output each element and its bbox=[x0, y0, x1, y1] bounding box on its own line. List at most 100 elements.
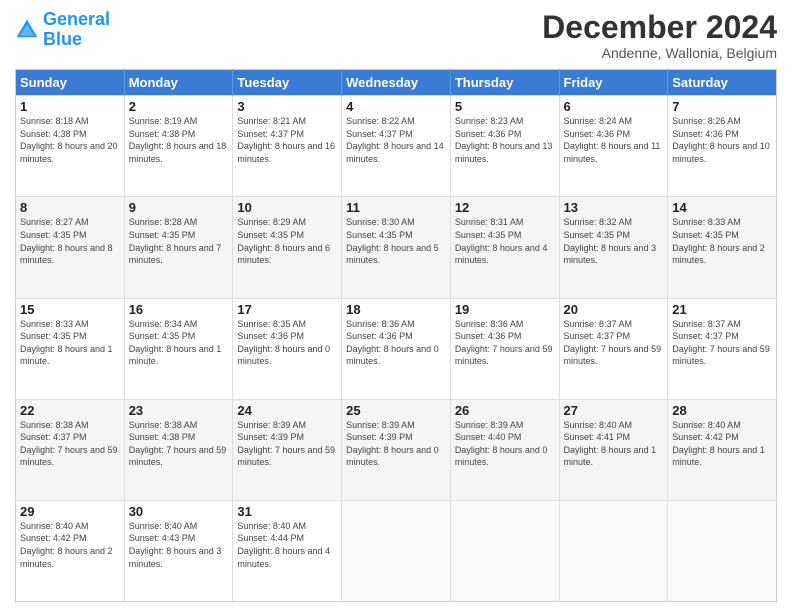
calendar-cell: 25Sunrise: 8:39 AMSunset: 4:39 PMDayligh… bbox=[342, 399, 451, 500]
calendar-cell: 10Sunrise: 8:29 AMSunset: 4:35 PMDayligh… bbox=[233, 197, 342, 298]
calendar-week-row: 8Sunrise: 8:27 AMSunset: 4:35 PMDaylight… bbox=[16, 197, 777, 298]
calendar-cell: 17Sunrise: 8:35 AMSunset: 4:36 PMDayligh… bbox=[233, 298, 342, 399]
day-info: Sunrise: 8:19 AMSunset: 4:38 PMDaylight:… bbox=[129, 115, 229, 165]
day-info: Sunrise: 8:39 AMSunset: 4:39 PMDaylight:… bbox=[346, 419, 446, 469]
logo-line2: Blue bbox=[43, 29, 82, 49]
calendar-week-row: 22Sunrise: 8:38 AMSunset: 4:37 PMDayligh… bbox=[16, 399, 777, 500]
calendar-cell: 18Sunrise: 8:36 AMSunset: 4:36 PMDayligh… bbox=[342, 298, 451, 399]
calendar-cell: 5Sunrise: 8:23 AMSunset: 4:36 PMDaylight… bbox=[450, 96, 559, 197]
calendar-cell: 29Sunrise: 8:40 AMSunset: 4:42 PMDayligh… bbox=[16, 500, 125, 601]
day-info: Sunrise: 8:33 AMSunset: 4:35 PMDaylight:… bbox=[672, 216, 772, 266]
day-number: 10 bbox=[237, 200, 337, 215]
calendar-header-row: SundayMondayTuesdayWednesdayThursdayFrid… bbox=[16, 70, 777, 96]
day-info: Sunrise: 8:40 AMSunset: 4:42 PMDaylight:… bbox=[20, 520, 120, 570]
day-number: 4 bbox=[346, 99, 446, 114]
calendar-cell: 30Sunrise: 8:40 AMSunset: 4:43 PMDayligh… bbox=[124, 500, 233, 601]
day-number: 13 bbox=[564, 200, 664, 215]
day-header-wednesday: Wednesday bbox=[342, 70, 451, 96]
calendar-cell: 2Sunrise: 8:19 AMSunset: 4:38 PMDaylight… bbox=[124, 96, 233, 197]
day-info: Sunrise: 8:30 AMSunset: 4:35 PMDaylight:… bbox=[346, 216, 446, 266]
calendar-cell: 21Sunrise: 8:37 AMSunset: 4:37 PMDayligh… bbox=[668, 298, 777, 399]
logo-icon bbox=[15, 18, 39, 42]
day-info: Sunrise: 8:36 AMSunset: 4:36 PMDaylight:… bbox=[455, 318, 555, 368]
day-number: 5 bbox=[455, 99, 555, 114]
day-number: 29 bbox=[20, 504, 120, 519]
day-info: Sunrise: 8:32 AMSunset: 4:35 PMDaylight:… bbox=[564, 216, 664, 266]
day-number: 14 bbox=[672, 200, 772, 215]
day-info: Sunrise: 8:35 AMSunset: 4:36 PMDaylight:… bbox=[237, 318, 337, 368]
calendar-cell: 13Sunrise: 8:32 AMSunset: 4:35 PMDayligh… bbox=[559, 197, 668, 298]
day-info: Sunrise: 8:39 AMSunset: 4:40 PMDaylight:… bbox=[455, 419, 555, 469]
calendar-cell bbox=[450, 500, 559, 601]
day-header-tuesday: Tuesday bbox=[233, 70, 342, 96]
calendar-cell: 31Sunrise: 8:40 AMSunset: 4:44 PMDayligh… bbox=[233, 500, 342, 601]
day-number: 31 bbox=[237, 504, 337, 519]
day-number: 30 bbox=[129, 504, 229, 519]
day-info: Sunrise: 8:40 AMSunset: 4:42 PMDaylight:… bbox=[672, 419, 772, 469]
calendar-cell bbox=[668, 500, 777, 601]
day-number: 23 bbox=[129, 403, 229, 418]
day-header-thursday: Thursday bbox=[450, 70, 559, 96]
calendar-cell: 6Sunrise: 8:24 AMSunset: 4:36 PMDaylight… bbox=[559, 96, 668, 197]
day-info: Sunrise: 8:18 AMSunset: 4:38 PMDaylight:… bbox=[20, 115, 120, 165]
day-info: Sunrise: 8:34 AMSunset: 4:35 PMDaylight:… bbox=[129, 318, 229, 368]
location-subtitle: Andenne, Wallonia, Belgium bbox=[542, 45, 777, 61]
day-header-sunday: Sunday bbox=[16, 70, 125, 96]
day-info: Sunrise: 8:26 AMSunset: 4:36 PMDaylight:… bbox=[672, 115, 772, 165]
calendar-week-row: 1Sunrise: 8:18 AMSunset: 4:38 PMDaylight… bbox=[16, 96, 777, 197]
day-info: Sunrise: 8:38 AMSunset: 4:38 PMDaylight:… bbox=[129, 419, 229, 469]
calendar-cell: 20Sunrise: 8:37 AMSunset: 4:37 PMDayligh… bbox=[559, 298, 668, 399]
calendar-cell: 4Sunrise: 8:22 AMSunset: 4:37 PMDaylight… bbox=[342, 96, 451, 197]
day-info: Sunrise: 8:37 AMSunset: 4:37 PMDaylight:… bbox=[564, 318, 664, 368]
calendar-cell: 1Sunrise: 8:18 AMSunset: 4:38 PMDaylight… bbox=[16, 96, 125, 197]
day-number: 27 bbox=[564, 403, 664, 418]
day-info: Sunrise: 8:37 AMSunset: 4:37 PMDaylight:… bbox=[672, 318, 772, 368]
day-number: 28 bbox=[672, 403, 772, 418]
day-number: 12 bbox=[455, 200, 555, 215]
day-number: 8 bbox=[20, 200, 120, 215]
day-info: Sunrise: 8:36 AMSunset: 4:36 PMDaylight:… bbox=[346, 318, 446, 368]
logo-text: General Blue bbox=[43, 10, 110, 50]
calendar-cell: 26Sunrise: 8:39 AMSunset: 4:40 PMDayligh… bbox=[450, 399, 559, 500]
day-number: 17 bbox=[237, 302, 337, 317]
day-info: Sunrise: 8:21 AMSunset: 4:37 PMDaylight:… bbox=[237, 115, 337, 165]
day-number: 15 bbox=[20, 302, 120, 317]
day-number: 22 bbox=[20, 403, 120, 418]
calendar-cell: 16Sunrise: 8:34 AMSunset: 4:35 PMDayligh… bbox=[124, 298, 233, 399]
day-info: Sunrise: 8:29 AMSunset: 4:35 PMDaylight:… bbox=[237, 216, 337, 266]
calendar-cell: 8Sunrise: 8:27 AMSunset: 4:35 PMDaylight… bbox=[16, 197, 125, 298]
day-header-saturday: Saturday bbox=[668, 70, 777, 96]
day-info: Sunrise: 8:40 AMSunset: 4:43 PMDaylight:… bbox=[129, 520, 229, 570]
day-number: 1 bbox=[20, 99, 120, 114]
calendar-cell bbox=[559, 500, 668, 601]
calendar-cell: 19Sunrise: 8:36 AMSunset: 4:36 PMDayligh… bbox=[450, 298, 559, 399]
day-number: 25 bbox=[346, 403, 446, 418]
day-number: 21 bbox=[672, 302, 772, 317]
day-info: Sunrise: 8:22 AMSunset: 4:37 PMDaylight:… bbox=[346, 115, 446, 165]
day-number: 9 bbox=[129, 200, 229, 215]
day-number: 26 bbox=[455, 403, 555, 418]
page: General Blue December 2024 Andenne, Wall… bbox=[0, 0, 792, 612]
calendar-cell: 3Sunrise: 8:21 AMSunset: 4:37 PMDaylight… bbox=[233, 96, 342, 197]
day-info: Sunrise: 8:40 AMSunset: 4:41 PMDaylight:… bbox=[564, 419, 664, 469]
calendar-cell: 7Sunrise: 8:26 AMSunset: 4:36 PMDaylight… bbox=[668, 96, 777, 197]
calendar-table: SundayMondayTuesdayWednesdayThursdayFrid… bbox=[15, 69, 777, 602]
day-info: Sunrise: 8:23 AMSunset: 4:36 PMDaylight:… bbox=[455, 115, 555, 165]
calendar-cell: 14Sunrise: 8:33 AMSunset: 4:35 PMDayligh… bbox=[668, 197, 777, 298]
header: General Blue December 2024 Andenne, Wall… bbox=[15, 10, 777, 61]
month-title: December 2024 bbox=[542, 10, 777, 45]
day-number: 16 bbox=[129, 302, 229, 317]
calendar-cell: 11Sunrise: 8:30 AMSunset: 4:35 PMDayligh… bbox=[342, 197, 451, 298]
day-header-friday: Friday bbox=[559, 70, 668, 96]
day-info: Sunrise: 8:39 AMSunset: 4:39 PMDaylight:… bbox=[237, 419, 337, 469]
day-number: 2 bbox=[129, 99, 229, 114]
calendar-cell: 22Sunrise: 8:38 AMSunset: 4:37 PMDayligh… bbox=[16, 399, 125, 500]
calendar-cell: 27Sunrise: 8:40 AMSunset: 4:41 PMDayligh… bbox=[559, 399, 668, 500]
day-info: Sunrise: 8:28 AMSunset: 4:35 PMDaylight:… bbox=[129, 216, 229, 266]
calendar-cell: 12Sunrise: 8:31 AMSunset: 4:35 PMDayligh… bbox=[450, 197, 559, 298]
day-info: Sunrise: 8:40 AMSunset: 4:44 PMDaylight:… bbox=[237, 520, 337, 570]
calendar-cell: 24Sunrise: 8:39 AMSunset: 4:39 PMDayligh… bbox=[233, 399, 342, 500]
day-number: 6 bbox=[564, 99, 664, 114]
logo: General Blue bbox=[15, 10, 110, 50]
day-number: 24 bbox=[237, 403, 337, 418]
